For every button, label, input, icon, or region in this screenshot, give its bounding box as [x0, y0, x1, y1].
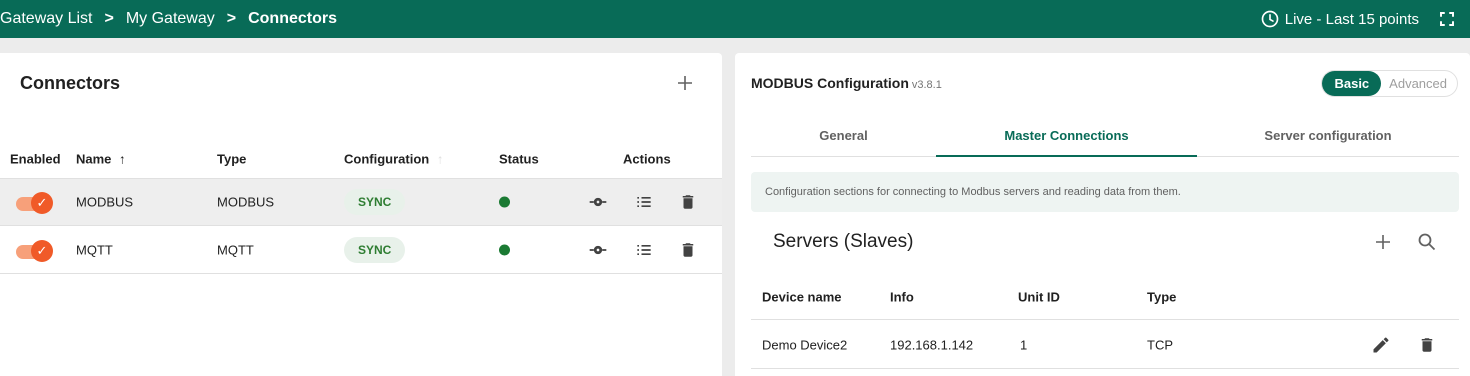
rpc-icon[interactable] [588, 192, 608, 212]
sync-chip: SYNC [344, 236, 406, 263]
configuration-title-text: MODBUS Configuration [751, 75, 909, 91]
enabled-toggle[interactable]: ✓ [16, 239, 53, 262]
mode-advanced-button[interactable]: Advanced [1381, 76, 1457, 91]
server-type: TCP [1147, 337, 1173, 352]
server-info: 192.168.1.142 [890, 337, 974, 352]
connectors-panel: Connectors Enabled Name ↑ Type Configura… [0, 53, 722, 376]
column-actions: Actions [623, 151, 671, 167]
breadcrumb: Gateway List > My Gateway > Connectors [0, 10, 337, 28]
add-server-icon[interactable] [1371, 230, 1395, 254]
table-row[interactable]: Demo Device2 192.168.1.142 1 TCP [751, 321, 1459, 369]
breadcrumb-separator: > [226, 10, 237, 27]
tab-master-connections[interactable]: Master Connections [936, 115, 1197, 157]
live-timewindow-label: Live - Last 15 points [1284, 10, 1419, 28]
fullscreen-icon[interactable] [1438, 10, 1456, 28]
server-unit-id: 1 [1020, 337, 1028, 352]
tab-server-configuration[interactable]: Server configuration [1197, 115, 1459, 156]
breadcrumb-connectors: Connectors [248, 10, 337, 27]
servers-title: Servers (Slaves) [773, 231, 914, 252]
info-hint: Configuration sections for connecting to… [751, 172, 1459, 212]
column-info[interactable]: Info [890, 290, 914, 305]
live-timewindow-button[interactable]: Live - Last 15 points [1260, 0, 1419, 38]
servers-table-header: Device name Info Unit ID Type [751, 275, 1459, 320]
status-dot [499, 244, 510, 255]
delete-icon[interactable] [1417, 335, 1437, 355]
top-bar: Gateway List > My Gateway > Connectors L… [0, 0, 1470, 38]
connector-type: MODBUS [217, 194, 275, 210]
sync-chip: SYNC [344, 189, 406, 215]
edit-icon[interactable] [1371, 335, 1391, 355]
table-row[interactable]: ✓ MODBUS MODBUS SYNC [0, 178, 722, 226]
connectors-table-header: Enabled Name ↑ Type Configuration ↑ Stat… [0, 140, 722, 178]
add-connector-icon[interactable] [673, 71, 697, 95]
column-type[interactable]: Type [217, 152, 246, 167]
column-type[interactable]: Type [1147, 290, 1176, 305]
connector-name: MODBUS [76, 194, 134, 210]
breadcrumb-separator: > [104, 10, 114, 27]
mode-basic-button[interactable]: Basic [1322, 71, 1382, 96]
column-enabled[interactable]: Enabled [10, 152, 61, 167]
mode-toggle: Basic Advanced [1321, 70, 1458, 97]
server-device-name: Demo Device2 [762, 337, 848, 352]
connectors-title: Connectors [20, 73, 121, 93]
list-icon[interactable] [634, 192, 654, 212]
enabled-toggle[interactable]: ✓ [16, 192, 53, 214]
column-unit-id[interactable]: Unit ID [1018, 290, 1060, 305]
breadcrumb-gateway-list[interactable]: Gateway List [0, 10, 92, 28]
list-icon[interactable] [634, 240, 654, 260]
connector-name: MQTT [76, 242, 113, 257]
column-configuration-label: Configuration [344, 151, 430, 167]
rpc-icon[interactable] [588, 240, 608, 260]
table-row[interactable]: ✓ MQTT MQTT SYNC [0, 226, 722, 274]
connector-type: MQTT [217, 242, 254, 257]
configuration-title: MODBUS Configuration v3.8.1 [751, 75, 942, 91]
sort-arrow-icon: ↑ [436, 151, 444, 167]
sort-arrow-icon: ↑ [119, 151, 126, 167]
configuration-tabs: General Master Connections Server config… [751, 115, 1459, 157]
check-icon: ✓ [31, 192, 53, 214]
tab-general[interactable]: General [751, 115, 936, 156]
delete-icon[interactable] [678, 240, 698, 260]
configuration-panel: MODBUS Configuration v3.8.1 Basic Advance… [735, 53, 1470, 376]
version-label: v3.8.1 [911, 79, 942, 91]
check-icon: ✓ [31, 239, 53, 262]
delete-icon[interactable] [678, 192, 698, 212]
column-name-label: Name [76, 151, 112, 167]
status-dot [499, 196, 510, 208]
breadcrumb-my-gateway[interactable]: My Gateway [126, 10, 215, 28]
clock-icon [1261, 10, 1279, 28]
column-device-name[interactable]: Device name [762, 290, 842, 305]
column-name[interactable]: Name ↑ [76, 152, 126, 167]
column-status[interactable]: Status [499, 152, 539, 167]
column-configuration[interactable]: Configuration ↑ [344, 152, 443, 167]
search-icon[interactable] [1415, 230, 1439, 254]
